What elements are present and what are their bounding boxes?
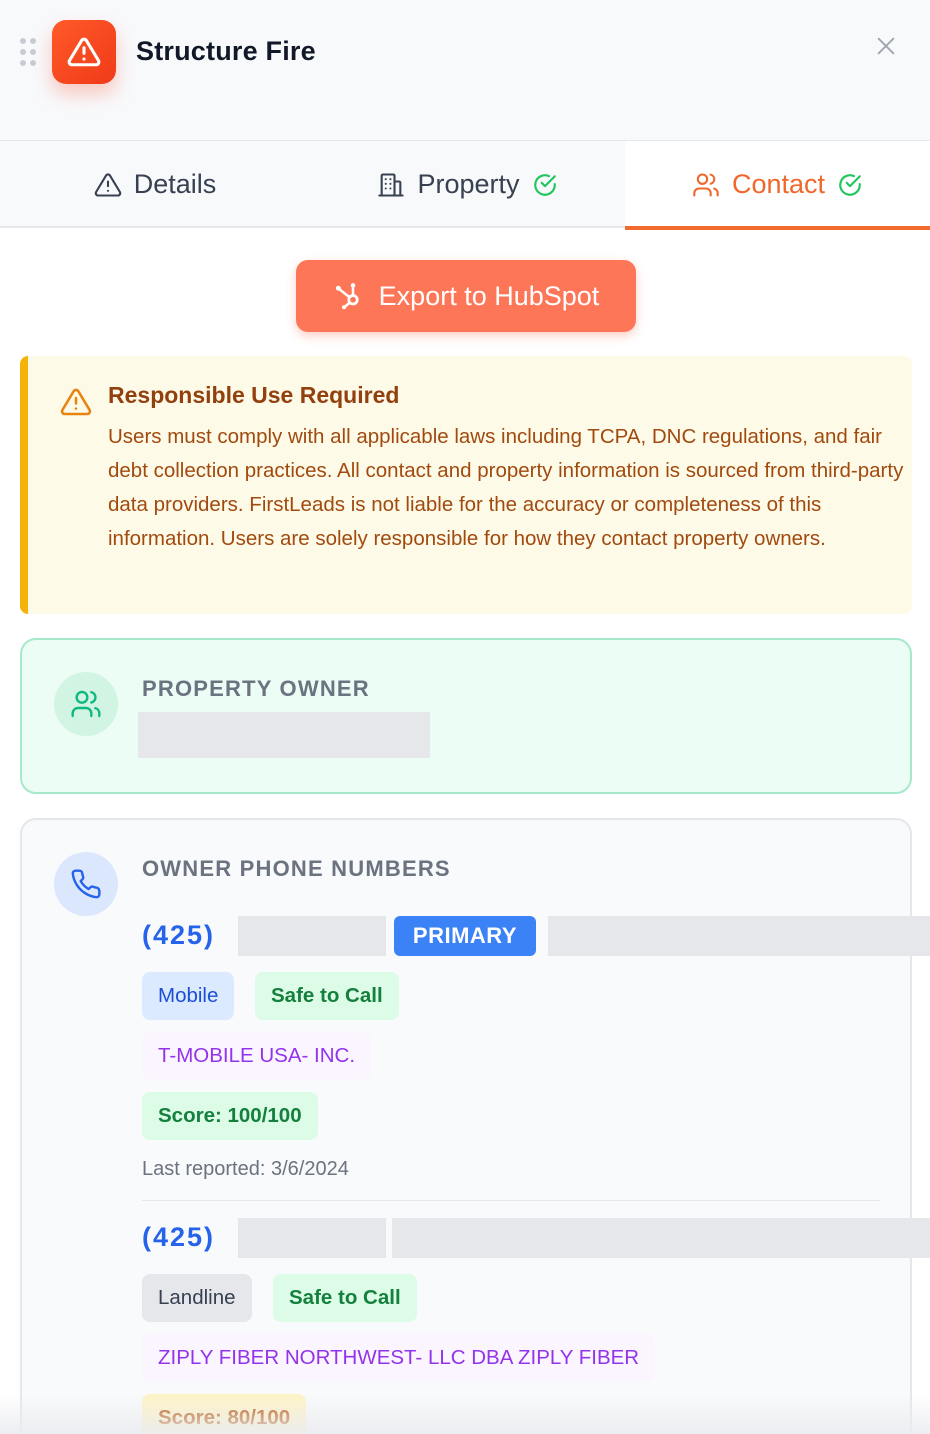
tab-contact[interactable]: Contact [625, 141, 930, 230]
notice-text: Users must comply with all applicable la… [108, 425, 904, 550]
warning-triangle-icon [52, 20, 116, 84]
phone-extra-redacted [392, 1218, 930, 1258]
safe-to-call-badge: Safe to Call [273, 1274, 417, 1322]
close-icon [877, 37, 895, 55]
check-circle-icon [533, 173, 556, 196]
hubspot-icon [335, 283, 359, 310]
property-owner-card: PROPERTY OWNER [20, 638, 912, 794]
building-icon [378, 172, 405, 197]
phone-divider [142, 1200, 880, 1201]
tab-property[interactable]: Property [310, 141, 625, 228]
panel-header: Structure Fire [0, 0, 930, 141]
drag-handle-icon[interactable] [20, 38, 36, 66]
tab-label: Contact [731, 169, 826, 199]
phone-extra-redacted [548, 916, 930, 956]
alert-triangle-icon [94, 172, 121, 197]
tab-details[interactable]: Details [0, 141, 310, 228]
owner-section-label: PROPERTY OWNER [142, 676, 370, 701]
owner-name-redacted [138, 712, 430, 758]
warning-triangle-icon [60, 388, 92, 416]
phone-area-code[interactable]: (425) [142, 920, 215, 951]
export-button-label: Export to HubSpot [378, 280, 600, 311]
check-circle-icon [839, 173, 861, 196]
close-button[interactable] [872, 32, 900, 60]
tab-bar: Details Property Contact [0, 141, 930, 230]
score-badge: Score: 100/100 [142, 1092, 318, 1140]
users-icon [693, 172, 719, 197]
phone-type-badge: Landline [142, 1274, 252, 1322]
safe-to-call-badge: Safe to Call [255, 972, 399, 1020]
phone-icon [54, 852, 118, 916]
tab-label: Property [417, 169, 520, 199]
phone-area-code[interactable]: (425) [142, 1222, 215, 1253]
phones-section-label: OWNER PHONE NUMBERS [142, 856, 451, 881]
primary-badge: PRIMARY [394, 916, 536, 956]
last-reported-text: Last reported: 3/6/2024 [142, 1158, 349, 1180]
phone-number-redacted [238, 916, 386, 956]
responsible-use-notice: Responsible Use Required Users must comp… [20, 356, 912, 614]
page-title: Structure Fire [136, 36, 316, 66]
owner-phones-card: OWNER PHONE NUMBERS (425) PRIMARY Mobile… [20, 818, 930, 1434]
phone-type-badge: Mobile [142, 972, 235, 1020]
phone-number-redacted [238, 1218, 386, 1258]
users-icon [54, 672, 118, 736]
carrier-badge: T-MOBILE USA- INC. [142, 1032, 372, 1080]
notice-title: Responsible Use Required [108, 382, 400, 408]
score-badge: Score: 80/100 [142, 1394, 307, 1434]
tab-label: Details [133, 169, 217, 199]
carrier-badge: ZIPLY FIBER NORTHWEST- LLC DBA ZIPLY FIB… [142, 1334, 656, 1382]
export-to-hubspot-button[interactable]: Export to HubSpot [296, 260, 636, 332]
